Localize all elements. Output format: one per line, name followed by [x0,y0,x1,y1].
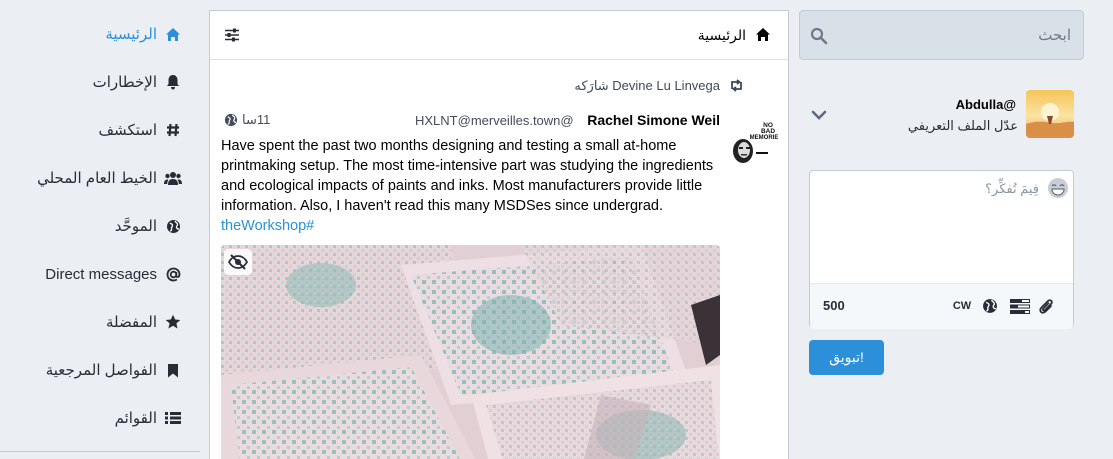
boost-icon [729,79,744,92]
hashtag-icon [164,121,182,139]
search-bar [799,10,1084,60]
author-display-name[interactable]: Rachel Simone Weil [587,112,720,128]
nav-item-label: الرئيسية [105,26,157,43]
emoji-picker-icon[interactable] [1047,177,1069,199]
svg-text:MEMORIES: MEMORIES [750,135,778,141]
privacy-globe-icon[interactable] [981,297,999,315]
nav-item-home[interactable]: الرئيسية [105,22,182,46]
column-title: الرئيسية [697,27,746,43]
nav-divider [0,451,200,452]
nav-item-label: القوائم [114,410,157,427]
poll-icon[interactable] [1009,297,1031,315]
column-header[interactable]: الرئيسية [210,11,788,60]
column-settings-icon[interactable] [224,28,240,44]
globe-icon [164,217,182,235]
nav-item-label: الفواصل المرجعية [45,362,157,379]
svg-text:BAD: BAD [761,128,775,135]
character-counter: 500 [823,298,845,313]
toot-submit-button[interactable]: !تبويق [809,340,884,375]
hashtag-link[interactable]: theWorkshop# [221,218,314,234]
home-icon [755,27,771,43]
nav-item-label: الخيط العام المحلي [37,170,157,187]
public-visibility-icon [224,113,238,127]
search-input[interactable] [800,11,1083,59]
author-handle[interactable]: HXLNT@merveilles.town@ [415,113,574,128]
compose-textarea[interactable] [810,171,1073,283]
nav-item-label: المفضلة [105,314,157,331]
account-handle[interactable]: Abdulla@ [956,97,1016,112]
nav-item-direct-messages[interactable]: Direct messages [45,262,182,286]
nav-item-favourites[interactable]: المفضلة [106,310,182,334]
nav-item-explore[interactable]: استكشف [99,118,182,142]
post-timestamp[interactable]: 11سا [242,112,270,128]
eye-slash-icon [228,254,248,270]
author-avatar[interactable]: NO BAD MEMORIES [730,118,778,166]
post-media-image[interactable] [221,245,720,459]
nav-item-label: Direct messages [45,265,157,283]
paperclip-icon[interactable] [1038,297,1056,315]
content-warning-button[interactable]: CW [951,297,973,315]
list-icon [164,409,182,427]
bookmark-icon [164,361,182,379]
nav-item-federated[interactable]: الموحَّد [115,214,182,238]
chevron-down-icon[interactable] [810,106,828,124]
post-content: Have spent the past two months designing… [221,136,721,236]
at-icon [164,265,182,283]
nav-item-notifications[interactable]: الإخطارات [93,70,182,94]
nav-item-label: الموحَّد [114,218,157,235]
star-icon [164,313,182,331]
nav-item-bookmarks[interactable]: الفواصل المرجعية [46,358,182,382]
nav-item-local-timeline[interactable]: الخيط العام المحلي [37,166,182,190]
main-navigation: الرئيسية الإخطارات استكشف الخيط العام ال… [0,0,200,459]
edit-profile-link[interactable]: عدّل الملف التعريفي [908,118,1018,134]
own-avatar[interactable] [1026,90,1074,138]
nav-item-label: استكشف [98,122,157,139]
nav-item-lists[interactable]: القوائم [115,406,182,430]
post-text: Have spent the past two months designing… [221,138,714,214]
bell-icon [164,73,182,91]
compose-form: 500 CW [809,170,1074,329]
users-icon [164,169,182,187]
home-icon [164,25,182,43]
compose-footer: 500 CW [810,283,1073,329]
home-timeline-column: الرئيسية Devine Lu Linvega شارَكه Rachel… [209,10,789,459]
boosted-by-text[interactable]: Devine Lu Linvega شارَكه [574,78,720,94]
hide-media-button[interactable] [224,249,252,275]
nav-item-label: الإخطارات [92,74,157,91]
search-icon[interactable] [810,27,828,45]
